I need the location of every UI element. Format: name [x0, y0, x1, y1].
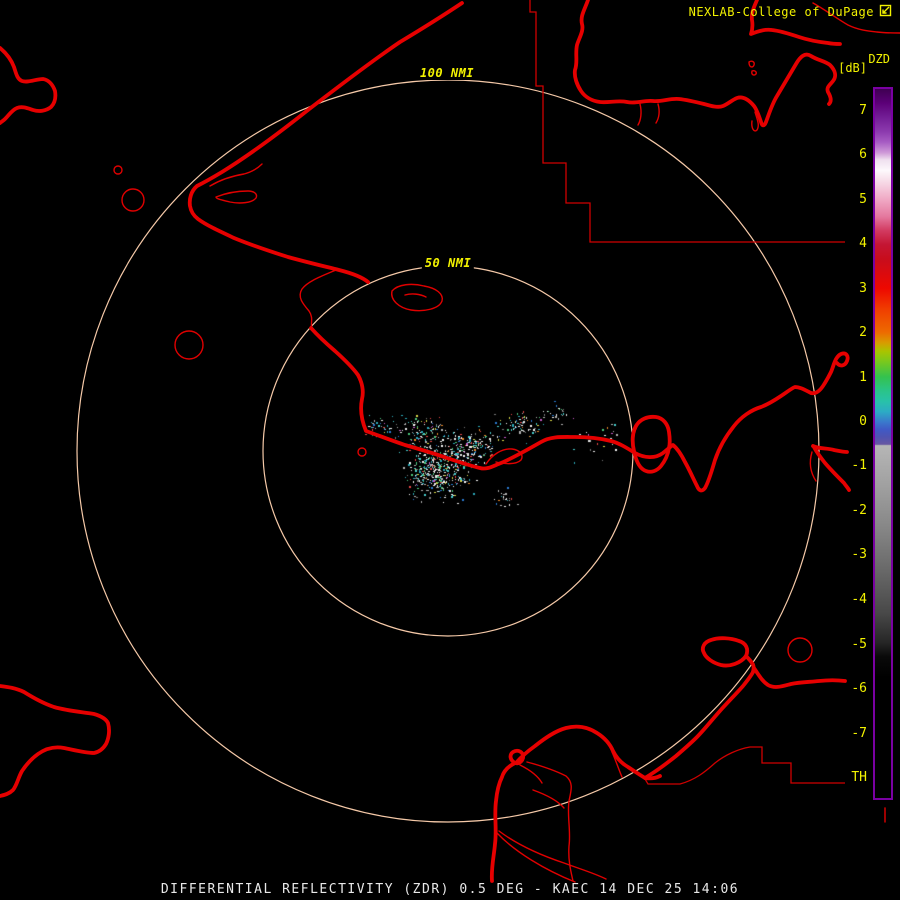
- range-ring-100nmi: [77, 80, 819, 822]
- range-ring-50nmi: [263, 266, 633, 636]
- colorbar-product-label: DZD: [868, 52, 890, 66]
- colorbar-tick-3: 3: [825, 282, 867, 296]
- colorbar-tick-2: 2: [825, 326, 867, 340]
- header-title: NEXLAB-College of DuPage: [689, 4, 892, 20]
- range-ring-label-100nmi: 100 NMI: [417, 66, 477, 80]
- colorbar-tick--4: -4: [825, 593, 867, 607]
- colorbar-tick--5: -5: [825, 638, 867, 652]
- radar-display: 100 NMI 50 NMI NEXLAB-College of DuPage …: [0, 0, 900, 900]
- colorbar-units-label: [dB]: [838, 61, 867, 75]
- shoreline-detail: [114, 3, 900, 882]
- header-title-text: NEXLAB-College of DuPage: [689, 5, 874, 19]
- coastlines: [0, 0, 849, 881]
- cod-logo-icon: [879, 4, 892, 20]
- colorbar-gradient: [875, 89, 891, 798]
- colorbar: [873, 87, 893, 800]
- colorbar-tick-6: 6: [825, 148, 867, 162]
- colorbar-tick-7: 7: [825, 104, 867, 118]
- colorbar-tick--1: -1: [825, 459, 867, 473]
- colorbar-tick-1: 1: [825, 371, 867, 385]
- map-overlay: [0, 0, 900, 900]
- colorbar-tick-0: 0: [825, 415, 867, 429]
- colorbar-tick--3: -3: [825, 548, 867, 562]
- status-bar: DIFFERENTIAL REFLECTIVITY (ZDR) 0.5 DEG …: [0, 882, 900, 897]
- colorbar-tick-4: 4: [825, 237, 867, 251]
- colorbar-tick--6: -6: [825, 682, 867, 696]
- colorbar-tick-5: 5: [825, 193, 867, 207]
- colorbar-tick--2: -2: [825, 504, 867, 518]
- county-boundaries: [530, 0, 845, 784]
- range-ring-label-50nmi: 50 NMI: [422, 256, 474, 270]
- range-rings: [77, 80, 819, 822]
- colorbar-tick-th: TH: [825, 771, 867, 785]
- colorbar-ticks: 7 6 5 4 3 2 1 0 -1 -2 -3 -4 -5 -6 -7 TH: [825, 89, 867, 800]
- colorbar-tick--7: -7: [825, 727, 867, 741]
